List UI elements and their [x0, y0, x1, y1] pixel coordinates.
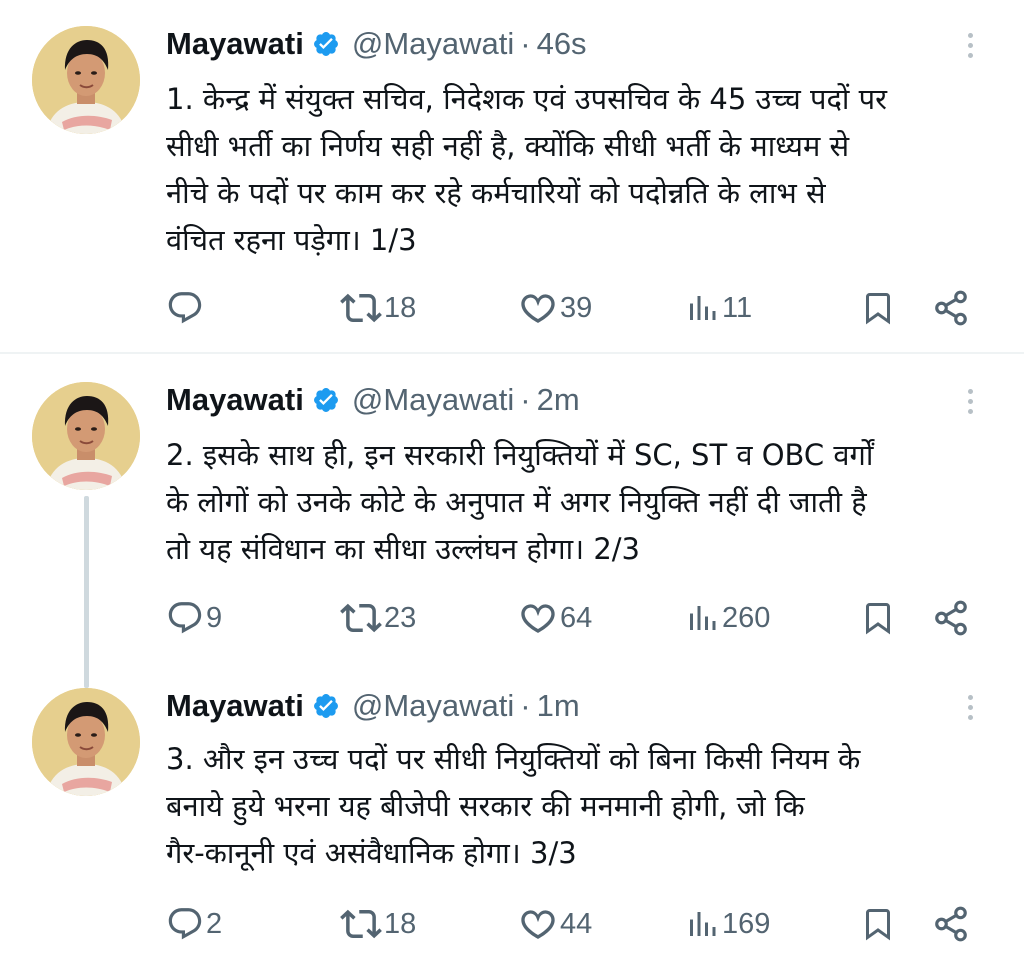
tweet-text: 3. और इन उच्च पदों पर सीधी नियुक्तियों क… — [166, 736, 986, 877]
retweet-icon — [340, 287, 382, 329]
separator-dot: · — [520, 688, 531, 723]
author-name[interactable]: Mayawati — [166, 688, 304, 724]
more-options-icon[interactable] — [958, 28, 982, 68]
bookmark-icon — [860, 906, 896, 942]
timestamp[interactable]: 46s — [537, 26, 587, 62]
reply-count: 2 — [206, 907, 223, 940]
share-icon — [932, 905, 970, 943]
like-count: 44 — [560, 907, 593, 940]
heart-icon — [518, 904, 558, 944]
author-name[interactable]: Mayawati — [166, 382, 304, 418]
retweet-button[interactable]: 18 — [340, 902, 416, 946]
verified-badge-icon — [312, 30, 340, 58]
avatar[interactable] — [32, 688, 140, 796]
views-chart-icon — [684, 290, 720, 326]
tweet-header: Mayawati @Mayawati · 1m — [166, 686, 580, 726]
timestamp[interactable]: 2m — [537, 382, 580, 418]
views-button[interactable]: 260 — [684, 596, 770, 640]
reply-button[interactable]: 9 — [166, 596, 222, 640]
views-count: 260 — [722, 601, 771, 634]
share-button[interactable] — [932, 902, 970, 946]
share-icon — [932, 599, 970, 637]
author-handle[interactable]: @Mayawati — [352, 26, 514, 62]
reply-button[interactable]: 2 — [166, 902, 222, 946]
tweet-actions: 9 23 64 260 — [0, 596, 1024, 640]
separator-dot: · — [520, 26, 531, 61]
retweet-icon — [340, 903, 382, 945]
retweet-button[interactable]: 23 — [340, 596, 416, 640]
tweet-actions: 2 18 44 169 — [0, 902, 1024, 946]
tweet-text-line: वंचित रहना पड़ेगा। 1/3 — [166, 223, 417, 257]
separator-dot: · — [520, 382, 531, 417]
tweet-3[interactable]: Mayawati @Mayawati · 1m 3. और इन उच्च पद… — [0, 662, 1024, 956]
avatar[interactable] — [32, 26, 140, 134]
share-button[interactable] — [932, 596, 970, 640]
reply-count: 9 — [206, 601, 223, 634]
tweet-text: 2. इसके साथ ही, इन सरकारी नियुक्तियों मे… — [166, 432, 986, 573]
tweet-1[interactable]: Mayawati @Mayawati · 46s 1. केन्द्र में … — [0, 0, 1024, 354]
tweet-text: 1. केन्द्र में संयुक्त सचिव, निदेशक एवं … — [166, 76, 986, 264]
retweet-count: 18 — [384, 291, 417, 324]
heart-icon — [518, 598, 558, 638]
retweet-icon — [340, 597, 382, 639]
reply-button[interactable] — [166, 286, 206, 330]
author-name[interactable]: Mayawati — [166, 26, 304, 62]
tweet-text-line: सीधी भर्ती का निर्णय सही नहीं है, क्योंक… — [166, 129, 850, 163]
tweet-actions: 18 39 11 — [0, 286, 1024, 330]
reply-icon — [166, 599, 204, 637]
bookmark-button[interactable] — [860, 902, 896, 946]
bookmark-icon — [860, 600, 896, 636]
tweet-header: Mayawati @Mayawati · 46s — [166, 24, 587, 64]
share-button[interactable] — [932, 286, 970, 330]
thread-connector-line — [84, 496, 89, 688]
tweet-text-line: बनाये हुये भरना यह बीजेपी सरकार की मनमान… — [166, 789, 805, 823]
profile-photo-icon — [32, 382, 140, 490]
views-button[interactable]: 11 — [684, 286, 752, 330]
views-chart-icon — [684, 906, 720, 942]
views-count: 11 — [722, 291, 753, 324]
verified-badge-icon — [312, 692, 340, 720]
tweet-text-line: नीचे के पदों पर काम कर रहे कर्मचारियों क… — [166, 176, 826, 210]
timestamp[interactable]: 1m — [537, 688, 580, 724]
views-chart-icon — [684, 600, 720, 636]
verified-badge-icon — [312, 386, 340, 414]
like-button[interactable]: 44 — [518, 902, 592, 946]
author-handle[interactable]: @Mayawati — [352, 688, 514, 724]
tweet-text-line: के लोगों को उनके कोटे के अनुपात में अगर … — [166, 485, 867, 519]
tweet-text-line: 3. और इन उच्च पदों पर सीधी नियुक्तियों क… — [166, 742, 861, 776]
tweet-2[interactable]: Mayawati @Mayawati · 2m 2. इसके साथ ही, … — [0, 356, 1024, 688]
more-options-icon[interactable] — [958, 690, 982, 730]
share-icon — [932, 289, 970, 327]
retweet-count: 23 — [384, 601, 417, 634]
divider — [0, 352, 1024, 354]
tweet-text-line: गैर-कानूनी एवं असंवैधानिक होगा। 3/3 — [166, 836, 577, 870]
views-count: 169 — [722, 907, 771, 940]
tweet-text-line: 1. केन्द्र में संयुक्त सचिव, निदेशक एवं … — [166, 82, 887, 116]
like-button[interactable]: 64 — [518, 596, 592, 640]
avatar[interactable] — [32, 382, 140, 490]
profile-photo-icon — [32, 688, 140, 796]
tweet-text-line: 2. इसके साथ ही, इन सरकारी नियुक्तियों मे… — [166, 438, 874, 472]
bookmark-icon — [860, 290, 896, 326]
reply-icon — [166, 289, 204, 327]
profile-photo-icon — [32, 26, 140, 134]
tweet-header: Mayawati @Mayawati · 2m — [166, 380, 580, 420]
tweet-text-line: तो यह संविधान का सीधा उल्लंघन होगा। 2/3 — [166, 532, 640, 566]
heart-icon — [518, 288, 558, 328]
bookmark-button[interactable] — [860, 286, 896, 330]
like-count: 39 — [560, 291, 593, 324]
bookmark-button[interactable] — [860, 596, 896, 640]
views-button[interactable]: 169 — [684, 902, 770, 946]
more-options-icon[interactable] — [958, 384, 982, 424]
reply-icon — [166, 905, 204, 943]
like-button[interactable]: 39 — [518, 286, 592, 330]
retweet-count: 18 — [384, 907, 417, 940]
retweet-button[interactable]: 18 — [340, 286, 416, 330]
author-handle[interactable]: @Mayawati — [352, 382, 514, 418]
like-count: 64 — [560, 601, 593, 634]
